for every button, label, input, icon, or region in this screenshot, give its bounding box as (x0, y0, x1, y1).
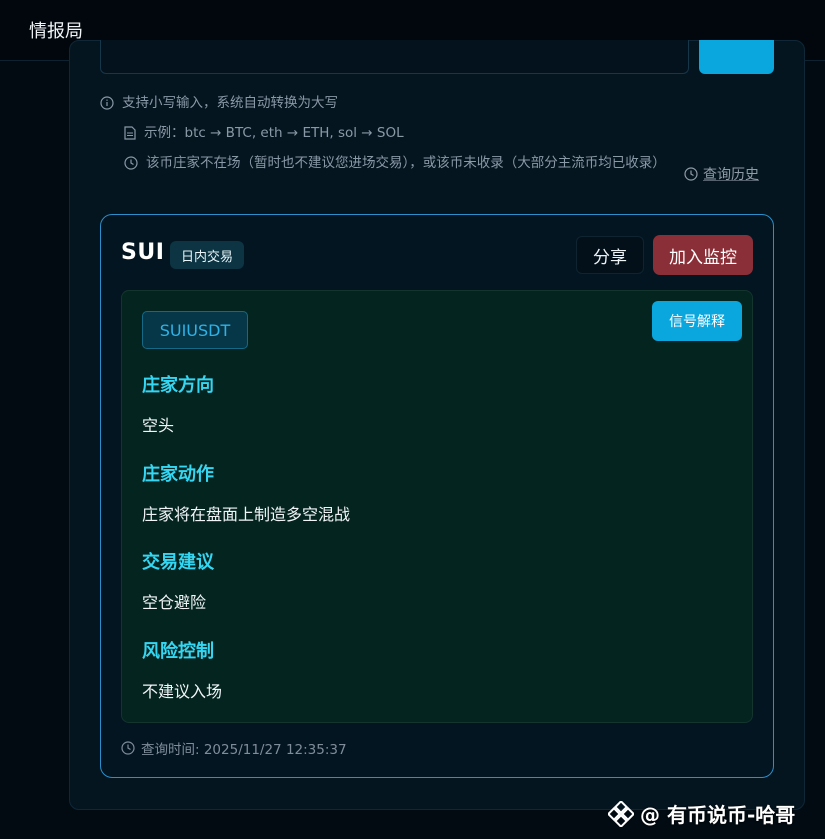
trade-mode-badge: 日内交易 (170, 241, 245, 269)
section-title-action: 庄家动作 (142, 464, 214, 485)
section-title-advice: 交易建议 (142, 552, 214, 573)
section-value-action: 庄家将在盘面上制造多空混战 (142, 505, 351, 524)
section-title-direction: 庄家方向 (142, 375, 214, 396)
section-value-advice: 空仓避险 (142, 593, 207, 612)
section-value-risk: 不建议入场 (142, 682, 223, 701)
watermark-text: @ 有币说币-哈哥 (640, 803, 796, 827)
app-title: 情报局 (29, 21, 83, 42)
query-timestamp-text: 查询时间: 2025/11/27 12:35:37 (141, 742, 347, 758)
add-monitor-button[interactable]: 加入监控 (653, 235, 753, 275)
search-button[interactable] (699, 40, 774, 74)
search-input[interactable] (100, 40, 689, 74)
section-value-direction: 空头 (142, 416, 175, 435)
trading-pair-badge: SUIUSDT (142, 311, 248, 349)
query-history-link[interactable]: 查询历史 (684, 164, 759, 184)
clock-icon (124, 156, 138, 170)
hint-lowercase: 支持小写输入，系统自动转换为大写 (100, 93, 338, 113)
share-button[interactable]: 分享 (576, 236, 644, 274)
coin-symbol: SUI (121, 240, 165, 265)
query-history-label: 查询历史 (703, 167, 759, 183)
document-icon (124, 126, 136, 140)
clock-icon (121, 741, 135, 755)
binance-logo-icon (608, 800, 634, 827)
hint-notice-text: 该币庄家不在场（暂时也不建议您进场交易），或该币未收录（大部分主流币均已收录） (146, 155, 666, 171)
watermark: @ 有币说币-哈哥 (608, 799, 795, 828)
signal-explain-button[interactable]: 信号解释 (652, 301, 742, 341)
info-icon (100, 96, 114, 110)
hint-example-text: 示例：btc → BTC, eth → ETH, sol → SOL (144, 125, 404, 141)
query-timestamp: 查询时间: 2025/11/27 12:35:37 (121, 738, 347, 758)
clock-icon (684, 167, 698, 181)
section-title-risk: 风险控制 (142, 641, 214, 662)
hint-lowercase-text: 支持小写输入，系统自动转换为大写 (122, 95, 338, 111)
hint-notice: 该币庄家不在场（暂时也不建议您进场交易），或该币未收录（大部分主流币均已收录） (124, 153, 680, 173)
hint-example: 示例：btc → BTC, eth → ETH, sol → SOL (124, 123, 404, 143)
